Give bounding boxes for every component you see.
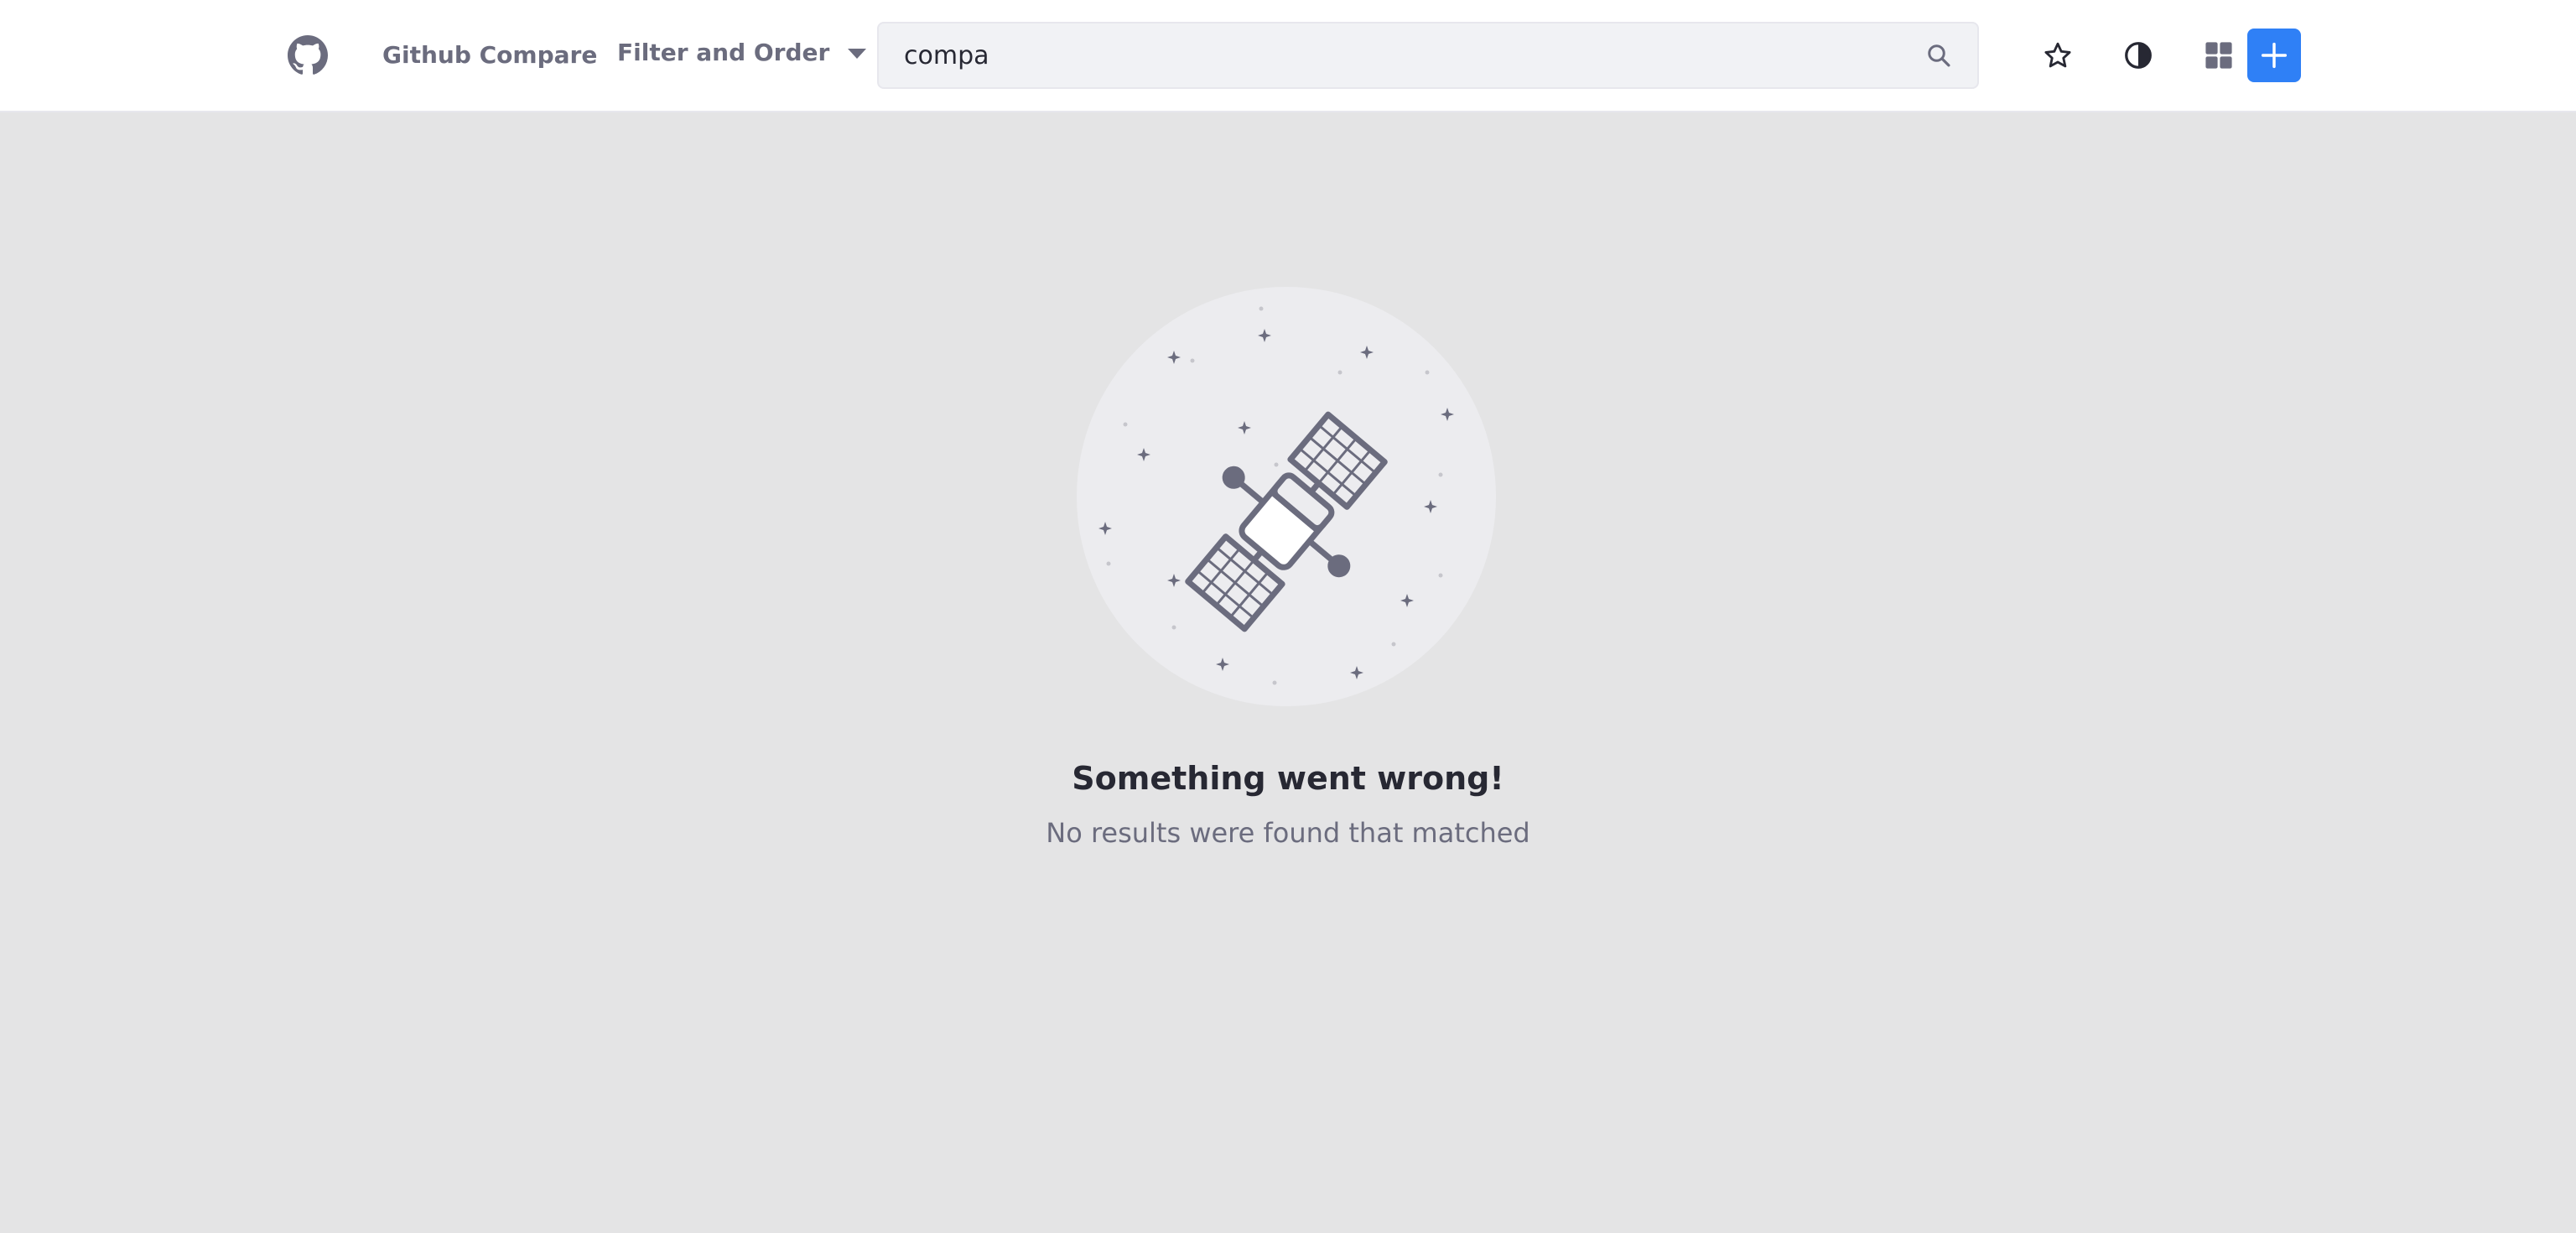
navbar: Github Compare Filter and Order	[0, 0, 2576, 112]
satellite-illustration	[1075, 285, 1498, 708]
filter-and-order-label: Filter and Order	[617, 38, 830, 66]
star-icon[interactable]	[2031, 29, 2085, 82]
main-content: Something went wrong! No results were fo…	[0, 112, 2576, 1233]
add-button[interactable]	[2247, 29, 2301, 82]
empty-state-title: Something went wrong!	[1072, 760, 1504, 797]
github-logo-icon[interactable]	[282, 34, 334, 77]
empty-state-message: No results were found that matched	[1046, 817, 1530, 849]
navbar-inner: Github Compare Filter and Order	[282, 0, 2303, 111]
search-icon[interactable]	[1922, 39, 1955, 72]
filter-and-order-dropdown[interactable]: Filter and Order	[617, 34, 867, 70]
satellite-icon	[1077, 287, 1496, 706]
caret-down-icon	[848, 49, 867, 59]
plus-icon	[2261, 42, 2288, 69]
search-bar	[877, 22, 1979, 89]
contrast-icon[interactable]	[2111, 29, 2165, 82]
grid-icon[interactable]	[2192, 29, 2246, 82]
brand-link[interactable]: Github Compare	[382, 37, 597, 74]
search-input[interactable]	[879, 23, 1902, 87]
